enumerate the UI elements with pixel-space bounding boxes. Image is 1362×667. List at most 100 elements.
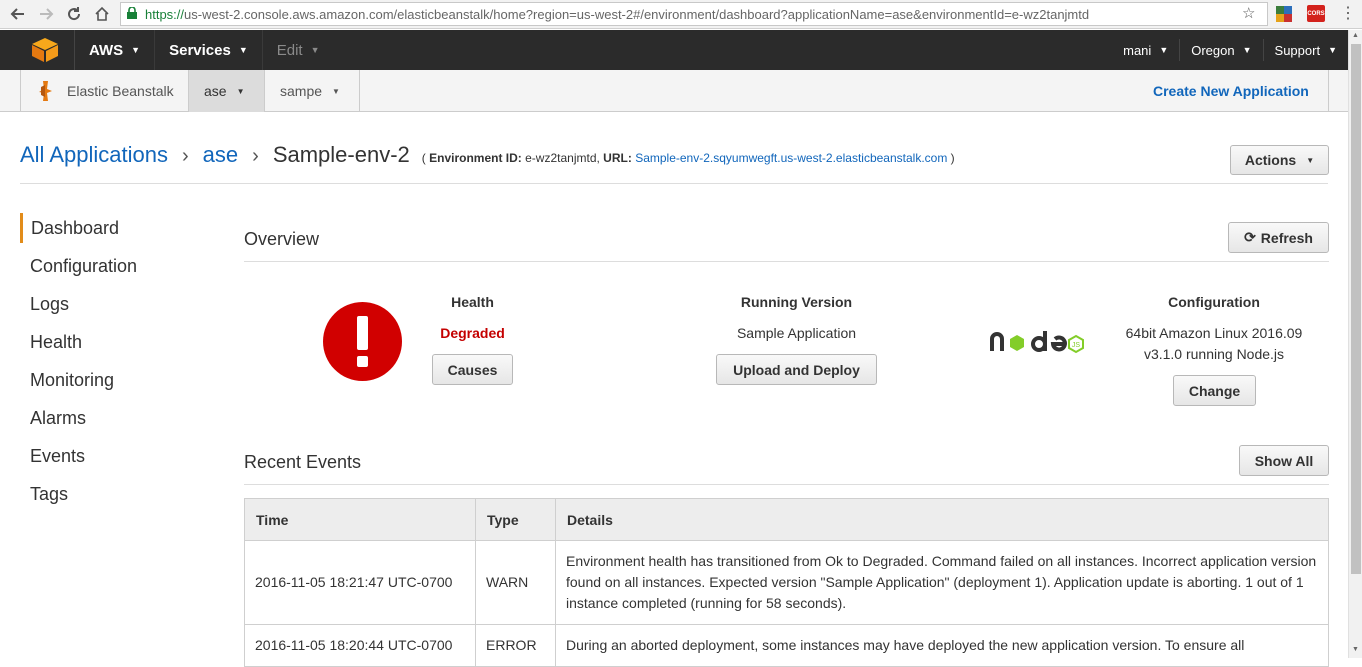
- change-button[interactable]: Change: [1173, 375, 1256, 406]
- sidebar-item-events[interactable]: Events: [20, 441, 85, 471]
- caret-down-icon: ▼: [1306, 155, 1315, 165]
- support-menu[interactable]: Support ▼: [1262, 39, 1348, 61]
- divider: [20, 183, 1328, 184]
- app-tab-ase[interactable]: ase ▼: [188, 70, 264, 112]
- refresh-button[interactable]: ⟳ Refresh: [1228, 222, 1329, 253]
- chevron-down-icon: ▼: [310, 45, 320, 55]
- event-details: During an aborted deployment, some insta…: [555, 624, 1329, 667]
- sidebar-item-dashboard[interactable]: Dashboard: [20, 213, 119, 243]
- edit-menu-label: Edit: [276, 41, 303, 59]
- actions-label: Actions: [1244, 152, 1297, 168]
- scroll-up-icon[interactable]: ▲: [1352, 32, 1359, 39]
- service-sub-nav: Elastic Beanstalk ase ▼ sampe ▼ Create New…: [0, 70, 1348, 112]
- running-version-value: Sample Application: [736, 325, 857, 341]
- elastic-beanstalk-label: Elastic Beanstalk: [67, 83, 174, 99]
- url-scheme: https://: [145, 6, 185, 22]
- services-menu[interactable]: Services ▼: [154, 30, 262, 70]
- env-id-value: e-wz2tanjmtd,: [525, 151, 600, 165]
- caret-down-icon: ▼: [332, 86, 340, 96]
- chevron-down-icon: ▼: [1328, 45, 1337, 55]
- sidebar-item-health[interactable]: Health: [20, 327, 82, 357]
- event-time: 2016-11-05 18:20:44 UTC-0700: [244, 624, 476, 667]
- configuration-version: v3.1.0 running Node.js: [1143, 346, 1285, 362]
- sidebar-item-monitoring[interactable]: Monitoring: [20, 365, 114, 395]
- caret-down-icon: ▼: [236, 86, 245, 96]
- aws-menu[interactable]: AWS ▼: [74, 30, 154, 70]
- user-menu-label: mani: [1123, 42, 1152, 58]
- health-title: Health: [451, 294, 494, 310]
- app-tab-sampe[interactable]: sampe ▼: [264, 70, 359, 112]
- table-row: 2016-11-05 18:21:47 UTC-0700 WARN Enviro…: [244, 540, 1329, 625]
- chevron-down-icon: ▼: [131, 45, 141, 55]
- app-tab-label: ase: [204, 83, 227, 99]
- causes-button[interactable]: Causes: [432, 354, 513, 385]
- event-type: WARN: [475, 540, 556, 625]
- configuration-title: Configuration: [1168, 294, 1260, 310]
- refresh-label: Refresh: [1260, 229, 1313, 246]
- app-tab-label: sampe: [280, 83, 323, 99]
- scroll-down-icon[interactable]: ▼: [1352, 646, 1359, 653]
- sidebar-item-alarms[interactable]: Alarms: [20, 403, 86, 433]
- forward-icon[interactable]: [36, 4, 56, 24]
- column-header-details[interactable]: Details: [555, 498, 1329, 541]
- health-status[interactable]: Degraded: [412, 325, 533, 341]
- sidebar-item-tags[interactable]: Tags: [20, 479, 68, 509]
- create-new-application-link[interactable]: Create New Application: [1153, 70, 1309, 112]
- url-label: URL:: [603, 151, 632, 165]
- breadcrumb: All Applications › ase › Sample-env-2 ( …: [20, 142, 955, 176]
- meta-close-paren: ): [950, 151, 955, 165]
- browser-menu-icon[interactable]: ⋮: [1340, 5, 1356, 23]
- nodejs-logo-icon: JS: [990, 331, 1084, 354]
- reload-icon[interactable]: [64, 4, 84, 24]
- application-link[interactable]: ase: [203, 142, 238, 168]
- table-row: 2016-11-05 18:20:44 UTC-0700 ERROR Durin…: [244, 624, 1329, 667]
- aws-cube-logo-icon[interactable]: [30, 37, 60, 63]
- aws-menu-label: AWS: [89, 41, 124, 59]
- chevron-down-icon: ▼: [1242, 45, 1252, 55]
- table-header-row: Time Type Details: [244, 498, 1329, 541]
- event-type: ERROR: [475, 624, 556, 667]
- column-header-time[interactable]: Time: [244, 498, 476, 541]
- env-id-label: Environment ID:: [429, 151, 522, 165]
- lock-icon: [127, 5, 137, 22]
- extension-icon[interactable]: [1276, 6, 1292, 22]
- aws-top-nav: AWS ▼ Services ▼ Edit ▼ mani ▼ Oregon ▼ Suppo…: [0, 30, 1348, 70]
- edit-menu[interactable]: Edit ▼: [261, 30, 334, 70]
- bookmark-star-icon[interactable]: ☆: [1242, 4, 1255, 22]
- tab-divider: [359, 70, 375, 112]
- chevron-down-icon: ▼: [238, 45, 248, 55]
- overview-title: Overview: [244, 229, 320, 249]
- environment-meta: ( Environment ID: e-wz2tanjmtd, URL: Sam…: [422, 151, 955, 165]
- configuration-platform: 64bit Amazon Linux 2016.09: [1125, 325, 1303, 341]
- scrollbar-thumb[interactable]: [1351, 44, 1361, 574]
- region-menu[interactable]: Oregon ▼: [1179, 39, 1262, 61]
- region-menu-label: Oregon: [1191, 42, 1235, 58]
- sub-nav-divider: [1328, 70, 1329, 112]
- services-menu-label: Services: [169, 41, 231, 59]
- environment-url-link[interactable]: Sample-env-2.sqyumwegft.us-west-2.elasti…: [635, 151, 947, 165]
- degraded-alert-icon: [323, 302, 402, 381]
- elastic-beanstalk-icon: [39, 81, 52, 101]
- actions-button[interactable]: Actions ▼: [1230, 145, 1329, 175]
- upload-and-deploy-button[interactable]: Upload and Deploy: [716, 354, 877, 385]
- refresh-icon: ⟳: [1244, 229, 1256, 245]
- url-text: us-west-2.console.aws.amazon.com/elastic…: [184, 6, 1090, 22]
- back-icon[interactable]: [8, 4, 28, 24]
- sidebar-item-configuration[interactable]: Configuration: [20, 251, 137, 281]
- page-scrollbar[interactable]: ▲ ▼: [1348, 30, 1362, 658]
- recent-events-table: Time Type Details 2016-11-05 18:21:47 UT…: [244, 498, 1329, 667]
- recent-events-title: Recent Events: [244, 452, 362, 472]
- home-icon[interactable]: [92, 4, 112, 24]
- column-header-type[interactable]: Type: [475, 498, 556, 541]
- cors-extension-icon[interactable]: CORS: [1307, 5, 1325, 22]
- address-bar[interactable]: https://us-west-2.console.aws.amazon.com…: [120, 2, 1268, 26]
- sidebar-item-logs[interactable]: Logs: [20, 289, 69, 319]
- all-applications-link[interactable]: All Applications: [20, 142, 168, 168]
- user-menu[interactable]: mani ▼: [1112, 39, 1179, 61]
- divider: [244, 484, 1329, 485]
- meta-open-paren: (: [421, 151, 426, 165]
- svg-text:JS: JS: [1072, 342, 1081, 349]
- show-all-button[interactable]: Show All: [1239, 445, 1329, 476]
- account-menus: mani ▼ Oregon ▼ Support ▼: [1112, 30, 1348, 70]
- elastic-beanstalk-home-link[interactable]: Elastic Beanstalk: [20, 70, 188, 112]
